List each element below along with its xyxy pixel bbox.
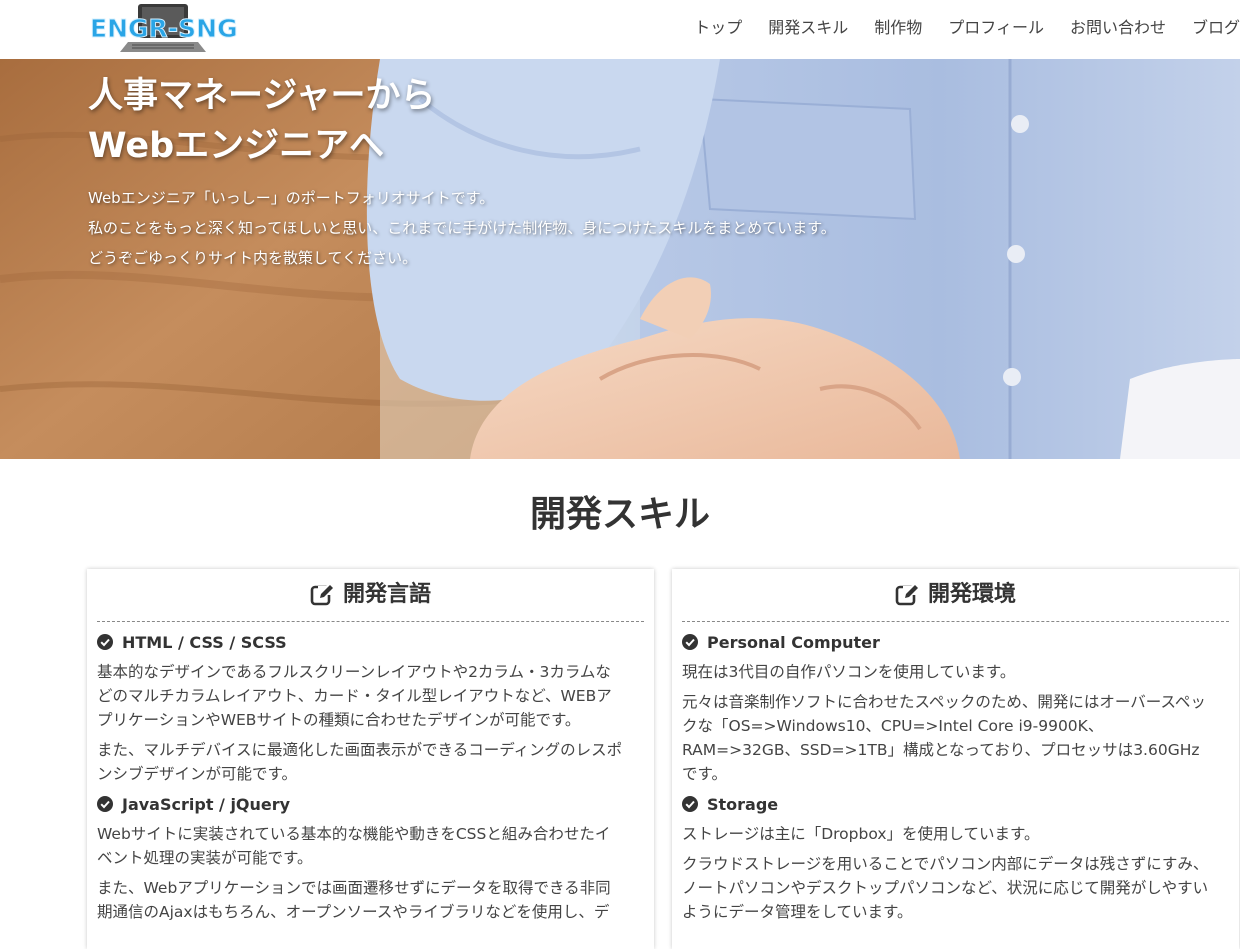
text-line: また、Webアプリケーションでは画面遷移せずにデータを取得できる非同 <box>97 879 611 897</box>
check-circle-icon <box>97 796 113 812</box>
text-line: どのマルチカラムレイアウト、カード・タイル型レイアウトなど、WEBア <box>97 687 612 705</box>
check-circle-icon <box>682 796 698 812</box>
skill-description: クラウドストレージを用いることでパソコン内部にデータは残さずにすみ、 ノートパソ… <box>682 852 1229 924</box>
hero-text-line-2: 私のことをもっと深く知ってほしいと思い、これまでに手がけた制作物、身につけたスキ… <box>88 219 836 237</box>
text-line: クな「OS=>Windows10、CPU=>Intel Core i9-9900… <box>682 717 1104 735</box>
text-line: プリケーションやWEBサイトの種類に合わせたデザインが可能です。 <box>97 711 581 729</box>
skill-item-title: Personal Computer <box>707 632 880 652</box>
skill-card-languages: 開発言語 HTML / CSS / SCSS 基本的なデザインであるフルスクリー… <box>87 569 654 949</box>
text-line: ようにデータ管理をしています。 <box>682 903 913 921</box>
skill-description: 元々は音楽制作ソフトに合わせたスペックのため、開発にはオーバースペッ クな「OS… <box>682 690 1229 786</box>
skill-description: また、Webアプリケーションでは画面遷移せずにデータを取得できる非同 期通信のA… <box>97 876 644 924</box>
check-circle-icon <box>97 634 113 650</box>
text-line: Webサイトに実装されている基本的な機能や動きをCSSと組み合わせたイ <box>97 825 611 843</box>
nav-works[interactable]: 制作物 <box>861 17 935 39</box>
skill-description: ストレージは主に「Dropbox」を使用しています。 <box>682 822 1229 846</box>
skill-item-heading: Storage <box>682 792 1229 816</box>
edit-icon <box>310 585 333 606</box>
skill-item-heading: HTML / CSS / SCSS <box>97 630 644 654</box>
card-title: 開発環境 <box>927 582 1016 607</box>
text-line: ストレージは主に「Dropbox」を使用しています。 <box>682 825 1040 843</box>
text-line: 基本的なデザインであるフルスクリーンレイアウトや2カラム・3カラムな <box>97 663 611 681</box>
check-circle-icon <box>682 634 698 650</box>
skill-description: Webサイトに実装されている基本的な機能や動きをCSSと組み合わせたイ ベント処… <box>97 822 644 870</box>
laptop-logo-icon: ENGR-SNG <box>90 4 238 52</box>
skill-description: 基本的なデザインであるフルスクリーンレイアウトや2カラム・3カラムな どのマルチ… <box>97 660 644 732</box>
hero-title-line-2: Webエンジニアへ <box>88 126 385 166</box>
skill-item-title: JavaScript / jQuery <box>122 794 291 814</box>
skill-card-environment: 開発環境 Personal Computer 現在は3代目の自作パソコンを使用し… <box>672 569 1239 949</box>
hero-title-line-1: 人事マネージャーから <box>88 76 436 116</box>
site-logo[interactable]: ENGR-SNG <box>88 4 238 54</box>
text-line: ンシブデザインが可能です。 <box>97 765 297 783</box>
text-line: です。 <box>682 765 727 783</box>
skill-description: 現在は3代目の自作パソコンを使用しています。 <box>682 660 1229 684</box>
hero-description: Webエンジニア「いっしー」のポートフォリオサイトです。 私のことをもっと深く知… <box>88 183 836 273</box>
edit-icon <box>895 585 918 606</box>
text-line: 期通信のAjaxはもちろん、オープンソースやライブラリなどを使用し、デ <box>97 903 610 921</box>
card-header: 開発言語 <box>97 569 644 622</box>
skill-item-title: HTML / CSS / SCSS <box>122 632 287 652</box>
nav-skills[interactable]: 開発スキル <box>755 17 861 39</box>
text-line: また、マルチデバイスに最適化した画面表示ができるコーディングのレスポ <box>97 741 623 759</box>
card-header: 開発環境 <box>682 569 1229 622</box>
text-line: 元々は音楽制作ソフトに合わせたスペックのため、開発にはオーバースペッ <box>682 693 1206 711</box>
nav-top[interactable]: トップ <box>681 17 755 39</box>
nav-contact[interactable]: お問い合わせ <box>1057 17 1179 39</box>
text-line: RAM=>32GB、SSD=>1TB」構成となっており、プロセッサは3.60GH… <box>682 741 1200 759</box>
text-line: クラウドストレージを用いることでパソコン内部にデータは残さずにすみ、 <box>682 855 1209 873</box>
logo-text: ENGR-SNG <box>90 14 238 43</box>
skill-item-heading: Personal Computer <box>682 630 1229 654</box>
hero-text-line-1: Webエンジニア「いっしー」のポートフォリオサイトです。 <box>88 189 495 207</box>
skill-description: また、マルチデバイスに最適化した画面表示ができるコーディングのレスポ ンシブデザ… <box>97 738 644 786</box>
nav-profile[interactable]: プロフィール <box>935 17 1057 39</box>
hero-section: 人事マネージャーから Webエンジニアへ Webエンジニア「いっしー」のポートフ… <box>0 59 1240 459</box>
text-line: ベント処理の実装が可能です。 <box>97 849 313 867</box>
site-header: ENGR-SNG トップ 開発スキル 制作物 プロフィール お問い合わせ ブログ <box>0 0 1240 59</box>
nav-blog[interactable]: ブログ <box>1179 17 1240 39</box>
main-nav: トップ 開発スキル 制作物 プロフィール お問い合わせ ブログ <box>681 17 1240 39</box>
text-line: ノートパソコンやデスクトップパソコンなど、状況に応じて開発がしやすい <box>682 879 1209 897</box>
text-line: 現在は3代目の自作パソコンを使用しています。 <box>682 663 1016 681</box>
hero-title: 人事マネージャーから Webエンジニアへ <box>88 71 436 171</box>
card-title: 開発言語 <box>342 582 431 607</box>
skill-item-title: Storage <box>707 794 779 814</box>
skill-item-heading: JavaScript / jQuery <box>97 792 644 816</box>
skills-section-title: 開発スキル <box>529 494 710 535</box>
hero-text-line-3: どうぞごゆっくりサイト内を散策してください。 <box>88 249 418 267</box>
